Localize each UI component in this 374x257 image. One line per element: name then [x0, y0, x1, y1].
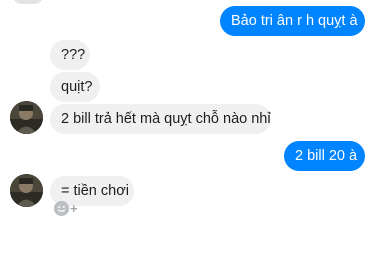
- message-bubble-incoming[interactable]: ???: [50, 40, 90, 70]
- avatar-photo-icon: [10, 101, 43, 134]
- message-bubble-outgoing[interactable]: 2 bill 20 à: [284, 141, 365, 171]
- plus-icon: +: [70, 201, 78, 216]
- message-bubble-incoming[interactable]: quịt?: [50, 72, 100, 102]
- avatar-photo-icon: [10, 174, 43, 207]
- smiley-icon: [54, 201, 69, 216]
- add-reaction-button[interactable]: +: [54, 200, 78, 217]
- previous-avatar-edge: [12, 0, 44, 4]
- contact-avatar[interactable]: [10, 174, 43, 207]
- message-bubble-outgoing[interactable]: Bảo tri ân r h quỵt à: [220, 6, 365, 36]
- message-bubble-incoming[interactable]: 2 bill trả hết mà quỵt chỗ nào nhỉ: [50, 104, 271, 134]
- contact-avatar[interactable]: [10, 101, 43, 134]
